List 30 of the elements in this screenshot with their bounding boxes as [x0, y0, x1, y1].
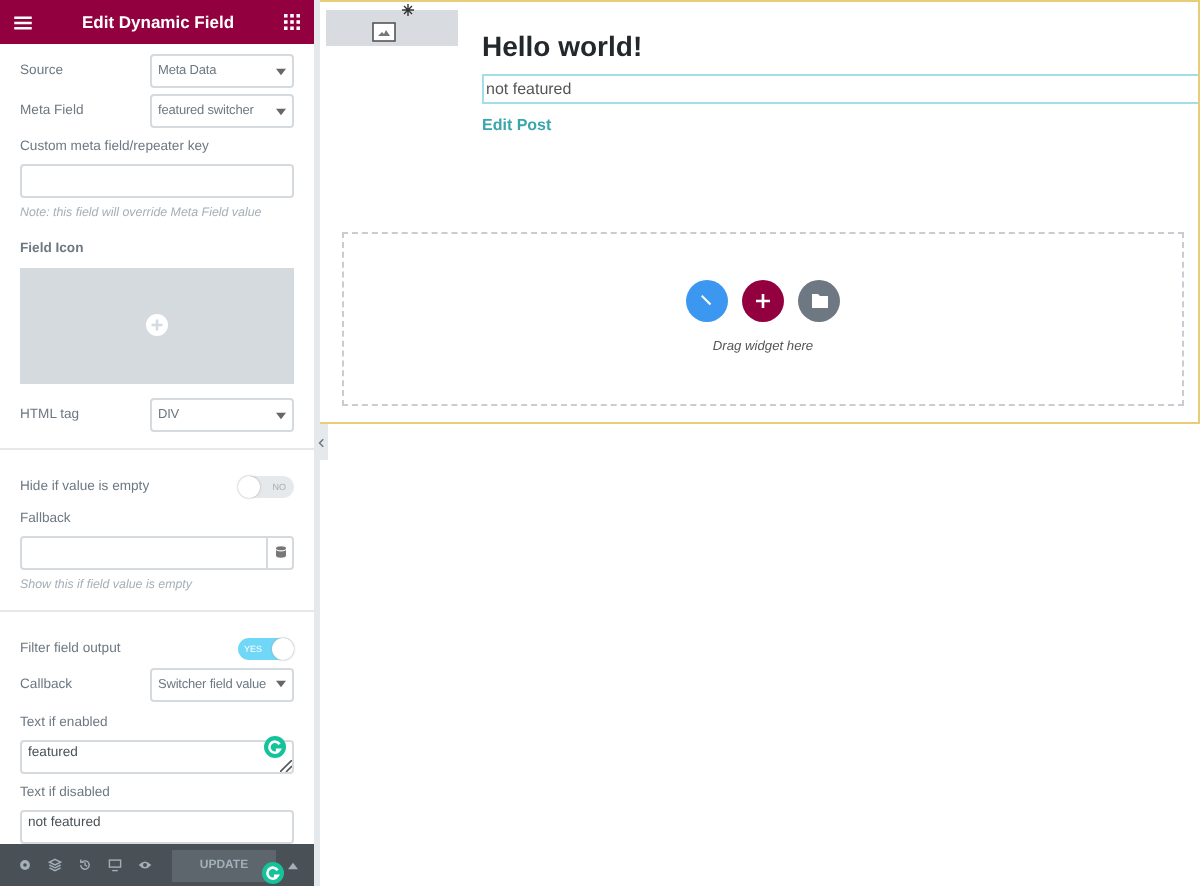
- edit-post-link[interactable]: Edit Post: [482, 116, 552, 134]
- text-field[interactable]: [20, 535, 294, 570]
- layers-icon[interactable]: [48, 858, 62, 872]
- panel-title: Edit Dynamic Field: [79, 12, 237, 32]
- grid-icon[interactable]: [284, 14, 300, 30]
- caret-down-icon[interactable]: [276, 411, 286, 420]
- database-icon[interactable]: [275, 546, 285, 559]
- post-title: Hello world!: [482, 30, 645, 62]
- circle-arrow-icon[interactable]: [262, 862, 284, 884]
- add-section-button[interactable]: [742, 280, 784, 322]
- resize-handle-icon[interactable]: [280, 760, 292, 772]
- collapse-handle[interactable]: [314, 424, 328, 460]
- history-icon[interactable]: [78, 858, 92, 872]
- chevron-left-icon: [318, 437, 324, 447]
- template-library-button[interactable]: [798, 280, 840, 322]
- folder-icon: [811, 294, 827, 308]
- settings-icon[interactable]: [18, 858, 32, 872]
- caret-down-icon[interactable]: [276, 107, 286, 116]
- text-field[interactable]: [20, 163, 294, 198]
- caret-icon[interactable]: [288, 861, 298, 869]
- plus-icon: [756, 294, 770, 308]
- caret-down-icon[interactable]: [276, 680, 286, 689]
- eye-icon[interactable]: [138, 858, 152, 872]
- caret-down-icon[interactable]: [276, 67, 286, 76]
- add-template-button[interactable]: [686, 280, 728, 322]
- dynamic-field-value: not featured: [482, 74, 1198, 104]
- monitor-icon[interactable]: [108, 858, 122, 872]
- sparkle-icon: [402, 4, 414, 16]
- menu-icon[interactable]: [14, 15, 32, 29]
- image-icon: [372, 22, 396, 42]
